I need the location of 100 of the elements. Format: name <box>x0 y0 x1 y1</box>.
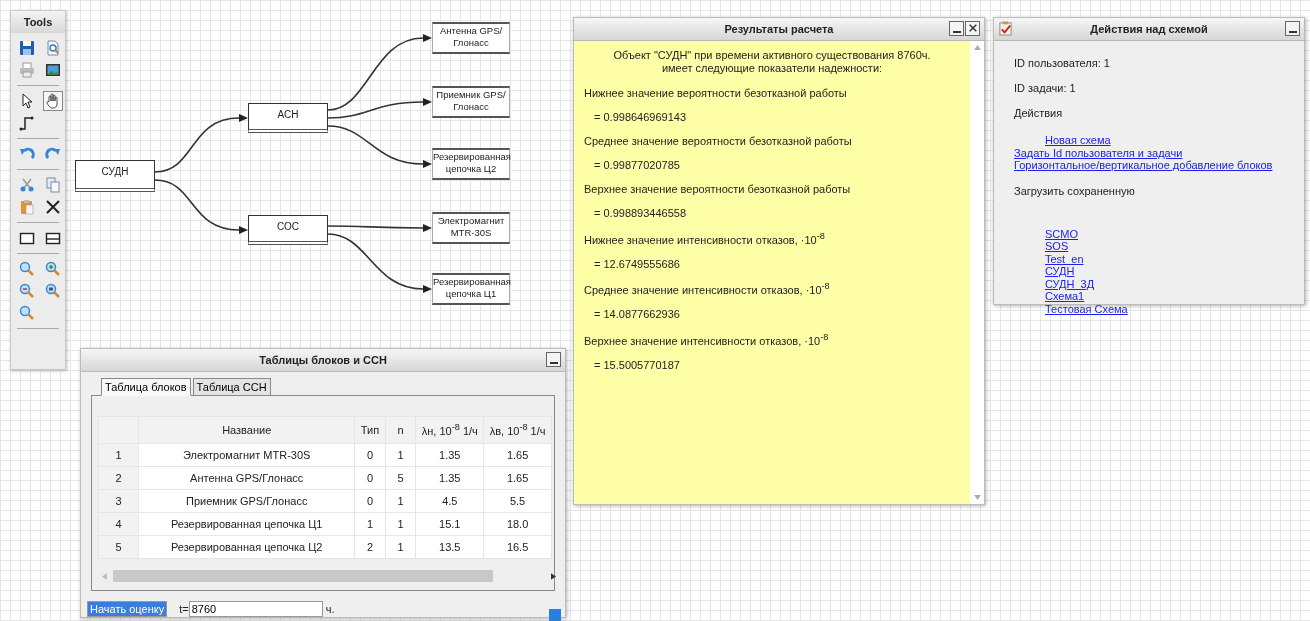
diagram-node[interactable]: Антенна GPS/ Глонасс <box>432 22 510 54</box>
zoom-out-icon <box>19 283 35 299</box>
table-cell: 1.35 <box>415 443 484 467</box>
column-header: Название <box>138 416 355 444</box>
minimize-button[interactable] <box>949 21 964 36</box>
unit-label: ч. <box>325 603 335 615</box>
table-cell: 2 <box>354 535 386 559</box>
clipboard-icon <box>19 199 35 215</box>
result-label: Верхнее значение вероятности безотказной работы <box>584 183 852 195</box>
tab[interactable]: Таблица ССН <box>192 378 271 396</box>
table-cell: 1.65 <box>483 443 552 467</box>
result-label: Среднее значение интенсивности отказов, ·10$^{-8}$ <box>584 281 831 297</box>
table-cell: 5 <box>385 466 416 490</box>
saved-scheme-link[interactable]: Test_en <box>1014 252 1284 265</box>
saved-scheme-link[interactable]: СУДН_3Д <box>1014 277 1284 290</box>
result-value: = 12.6749555686 <box>593 257 681 270</box>
result-label: Нижнее значение интенсивности отказов, ·10$^{-8}$ <box>584 231 826 246</box>
resize-grip-icon[interactable] <box>549 609 561 621</box>
result-value: = 15.5005770187 <box>593 358 681 371</box>
diagram-node[interactable]: СУДН <box>75 160 155 192</box>
zoom-icon <box>19 261 35 277</box>
table-cell: 0 <box>354 443 386 467</box>
diagram-node[interactable]: Резервированная цепочка Ц2 <box>432 148 510 180</box>
result-label: Нижнее значение вероятности безотказной работы <box>584 87 848 99</box>
scroll-down-icon <box>973 495 981 500</box>
tab[interactable]: Таблица блоков <box>101 378 191 396</box>
table-cell: 4 <box>98 512 139 536</box>
rectangle-icon <box>19 230 35 246</box>
diagram-node[interactable]: Резервированная цепочка Ц1 <box>432 273 510 305</box>
split-rectangle-icon <box>45 230 61 246</box>
minimize-button[interactable] <box>1285 21 1300 36</box>
window-title: Результаты расчета <box>724 23 834 35</box>
close-icon <box>967 22 978 33</box>
saved-scheme-link[interactable]: Тестовая Схема <box>1014 302 1284 315</box>
time-input-field[interactable]: 8760 <box>188 601 323 617</box>
minimize-icon <box>952 31 961 33</box>
pointer-arrow-icon <box>19 93 35 109</box>
table-cell: 1.35 <box>415 466 484 490</box>
zoom-icon <box>19 305 35 321</box>
results-summary: Объект "СУДН" при времени активного существования 8760ч. имеет следующие показатели надежности: <box>612 49 932 75</box>
table-cell: 2 <box>98 466 139 490</box>
table-cell: Резервированная цепочка Ц2 <box>138 535 355 559</box>
table-cell: 13.5 <box>415 535 484 559</box>
zoom-in-icon <box>45 261 61 277</box>
window-title: Действия над схемой <box>1090 23 1208 35</box>
result-value: = 0.998893446558 <box>593 207 688 219</box>
copy-documents-icon <box>45 177 61 193</box>
vertical-scrollbar[interactable] <box>970 41 984 504</box>
task-id-text: ID задачи: 1 <box>1014 82 1077 94</box>
saved-scheme-link[interactable]: SOS <box>1014 240 1284 253</box>
table-cell: 5 <box>98 535 139 559</box>
user-id-text: ID пользователя: 1 <box>1014 57 1111 69</box>
action-link[interactable]: Задать Id пользователя и задачи <box>1014 146 1284 159</box>
notepad-check-icon <box>998 21 1013 36</box>
table-cell: Приемник GPS/Глонасс <box>138 489 355 513</box>
table-cell: 1.65 <box>483 466 552 490</box>
table-cell: Антенна GPS/Глонасс <box>138 466 355 490</box>
table-cell: 1 <box>385 489 416 513</box>
saved-scheme-link[interactable]: SCMO <box>1014 227 1284 240</box>
table-cell: 15.1 <box>415 512 484 536</box>
window-title: Таблицы блоков и ССН <box>259 354 387 366</box>
result-label: Среднее значение вероятности безотказной работы <box>584 135 853 147</box>
diagram-node[interactable]: СОС <box>248 215 328 245</box>
minimize-button[interactable] <box>546 352 561 367</box>
column-header: λн, 10$^{-8}$ 1/ч <box>415 416 484 444</box>
action-link[interactable]: Новая схема <box>1014 134 1284 147</box>
table-cell: Электромагнит MTR-30S <box>138 443 355 467</box>
result-value: = 0.998646969143 <box>593 111 688 123</box>
scrollbar-thumb[interactable] <box>113 570 493 582</box>
table-cell: 5.5 <box>483 489 552 513</box>
column-header: n <box>385 416 416 444</box>
result-value: = 0.99877020785 <box>593 159 681 171</box>
tool-button[interactable] <box>17 38 37 58</box>
diagram-node[interactable]: АСН <box>248 103 328 133</box>
document-magnifier-icon <box>45 40 61 56</box>
table-cell: 18.0 <box>483 512 552 536</box>
table-cell: 1 <box>385 535 416 559</box>
table-cell: 3 <box>98 489 139 513</box>
saved-scheme-link[interactable]: СУДН <box>1014 265 1284 278</box>
diagram-node[interactable]: Приемник GPS/Глонасс <box>432 86 510 118</box>
printer-icon <box>19 62 35 78</box>
start-button[interactable]: Начать оценку <box>87 601 168 617</box>
delete-icon <box>45 199 61 215</box>
saved-scheme-link[interactable]: Схема1 <box>1014 290 1284 303</box>
close-button[interactable] <box>965 21 980 36</box>
scroll-right-icon <box>551 572 556 580</box>
column-header: λв, 10$^{-8}$ 1/ч <box>483 416 552 444</box>
table-cell: Резервированная цепочка Ц1 <box>138 512 355 536</box>
action-link[interactable]: Горизонтальное/вертикальное добавление блоков <box>1014 159 1284 172</box>
scroll-up-icon <box>973 45 981 50</box>
table-cell: 4.5 <box>415 489 484 513</box>
diagram-node[interactable]: Электромагнит MTR-30S <box>432 212 510 244</box>
result-value: = 14.0877662936 <box>593 308 681 321</box>
panel-title: Tools <box>11 11 65 33</box>
table-cell: 0 <box>354 466 386 490</box>
table-cell: 1 <box>385 512 416 536</box>
minimize-icon <box>549 362 558 364</box>
connector-icon <box>19 115 35 131</box>
scissors-icon <box>19 177 35 193</box>
hand-icon <box>45 93 61 109</box>
